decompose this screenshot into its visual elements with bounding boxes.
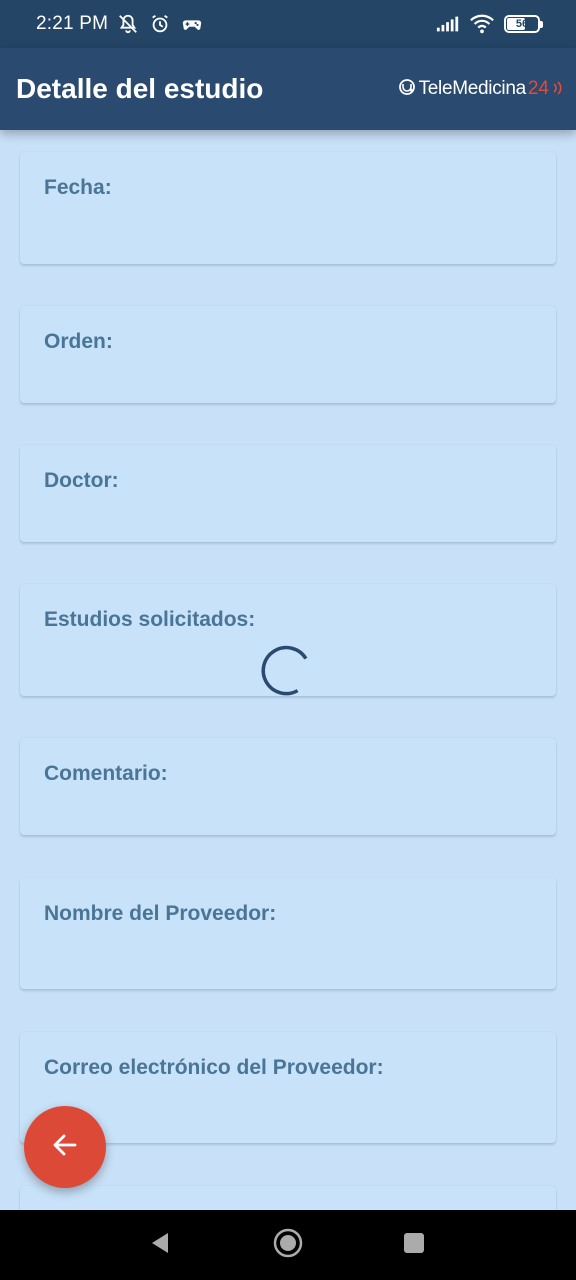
nav-back-button[interactable]	[136, 1221, 184, 1269]
fecha-label: Fecha:	[44, 176, 112, 199]
brand-number: 24	[527, 78, 549, 99]
comentario-label: Comentario:	[44, 762, 168, 785]
page-title: Detalle del estudio	[16, 73, 264, 104]
loading-spinner-icon	[259, 642, 315, 698]
recents-square-icon	[403, 1232, 425, 1259]
status-right: 56	[436, 12, 543, 36]
battery-icon: 56	[504, 15, 543, 33]
brand-name: TeleMedicina	[418, 78, 527, 99]
correo-proveedor-label: Correo electrónico del Proveedor:	[44, 1056, 384, 1079]
back-fab-button[interactable]	[24, 1106, 106, 1188]
stethoscope-icon	[397, 77, 417, 102]
status-left: 2:21 PM	[36, 12, 204, 36]
status-bar: 2:21 PM 56	[0, 0, 576, 48]
card-comentario: Comentario:	[20, 738, 556, 835]
signal-icon	[436, 12, 460, 36]
game-controller-icon	[180, 12, 204, 36]
back-triangle-icon	[148, 1231, 172, 1260]
signal-waves-icon	[552, 80, 564, 99]
doctor-label: Doctor:	[44, 469, 119, 492]
alarm-icon	[148, 12, 172, 36]
card-proveedor: Nombre del Proveedor:	[20, 878, 556, 989]
system-nav-bar	[0, 1210, 576, 1280]
card-orden: Orden:	[20, 306, 556, 403]
home-circle-icon	[273, 1228, 303, 1263]
nav-home-button[interactable]	[264, 1221, 312, 1269]
nav-recents-button[interactable]	[390, 1221, 438, 1269]
estudios-label: Estudios solicitados:	[44, 608, 256, 631]
card-fecha: Fecha:	[20, 152, 556, 264]
brand-logo: TeleMedicina 24	[397, 77, 564, 102]
app-bar: Detalle del estudio TeleMedicina 24	[0, 48, 576, 130]
wifi-icon	[470, 12, 494, 36]
mute-notification-icon	[116, 12, 140, 36]
status-time: 2:21 PM	[36, 13, 109, 34]
proveedor-label: Nombre del Proveedor:	[44, 902, 277, 925]
battery-percent: 56	[515, 18, 529, 30]
card-doctor: Doctor:	[20, 445, 556, 542]
arrow-back-icon	[51, 1131, 79, 1164]
card-estudios: Estudios solicitados:	[20, 584, 556, 696]
orden-label: Orden:	[44, 330, 113, 353]
